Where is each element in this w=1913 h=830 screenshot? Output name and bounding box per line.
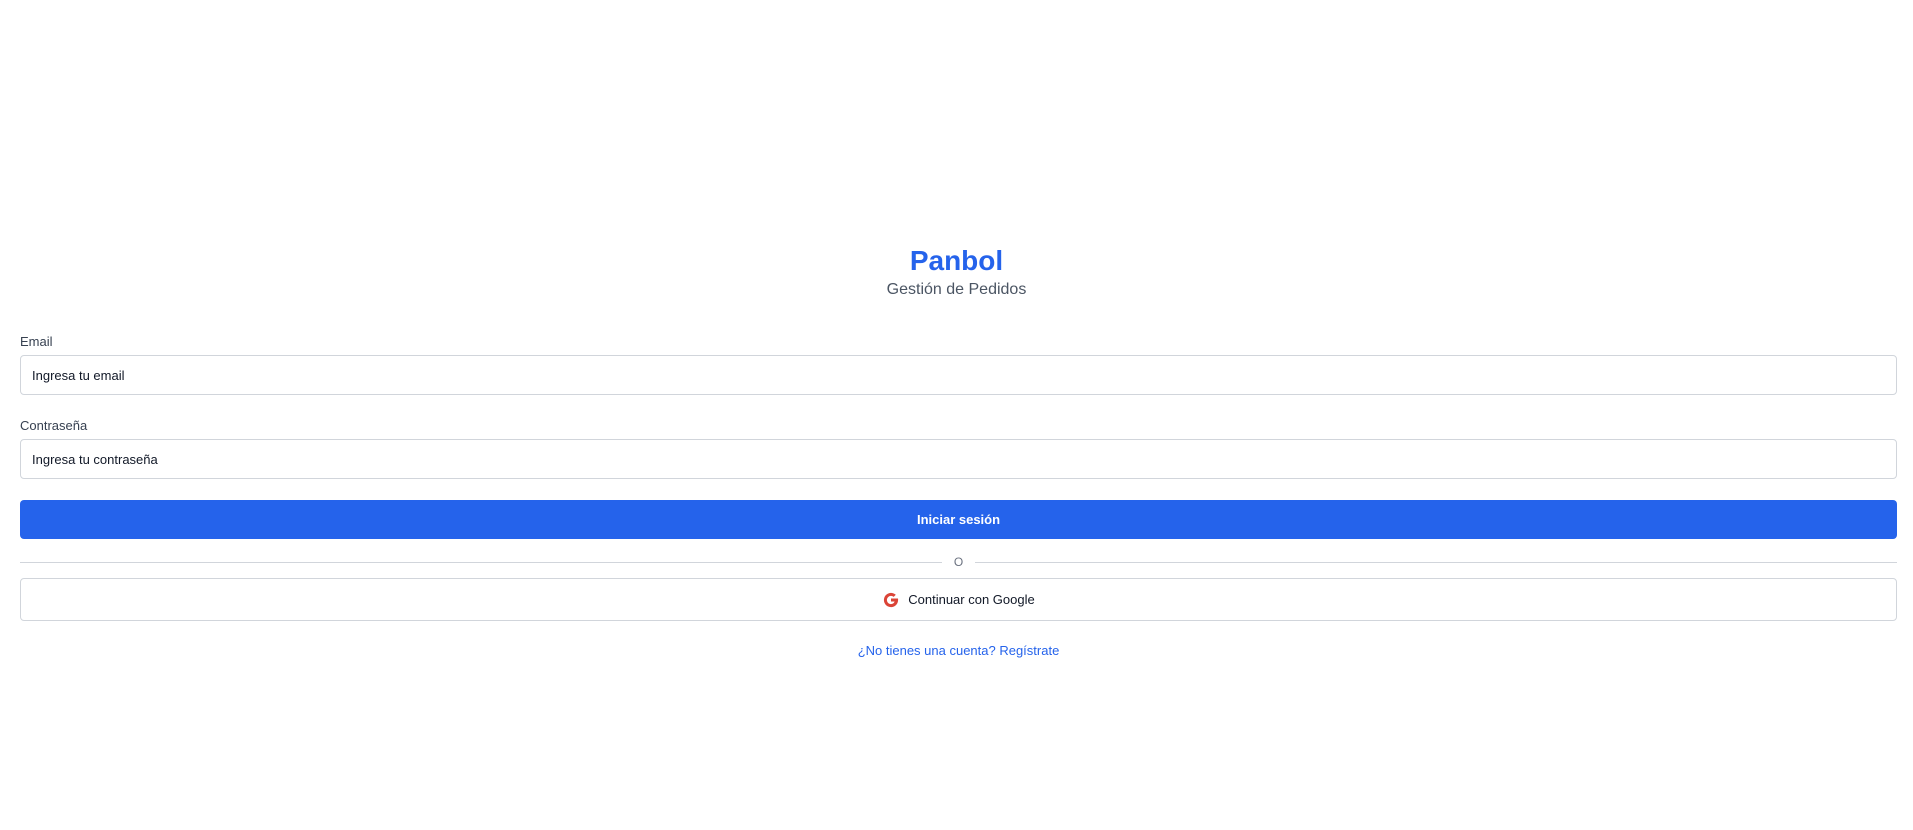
- app-title: Panbol: [909, 245, 1004, 276]
- google-g-icon: [882, 591, 900, 609]
- divider-line-left: [20, 561, 942, 563]
- password-input[interactable]: [20, 439, 1897, 479]
- email-label: Email: [20, 334, 53, 349]
- email-input[interactable]: [20, 355, 1897, 395]
- register-link[interactable]: ¿No tienes una cuenta? Regístrate: [858, 643, 1060, 658]
- sign-in-button[interactable]: Iniciar sesión: [20, 500, 1897, 539]
- login-form: Email Contraseña Iniciar sesión O Contin…: [20, 333, 1897, 658]
- or-divider: O: [20, 554, 1897, 570]
- google-button-label: Continuar con Google: [908, 592, 1035, 607]
- login-header: Panbol Gestión de Pedidos: [0, 244, 1913, 300]
- password-label: Contraseña: [20, 418, 88, 433]
- email-field-group: Email: [20, 333, 1897, 395]
- divider-text: O: [953, 555, 964, 569]
- app-subtitle: Gestión de Pedidos: [886, 281, 1027, 298]
- google-sign-in-button[interactable]: Continuar con Google: [20, 578, 1897, 621]
- login-page: Panbol Gestión de Pedidos Email Contrase…: [0, 0, 1913, 830]
- divider-line-right: [975, 561, 1897, 563]
- password-field-group: Contraseña: [20, 417, 1897, 479]
